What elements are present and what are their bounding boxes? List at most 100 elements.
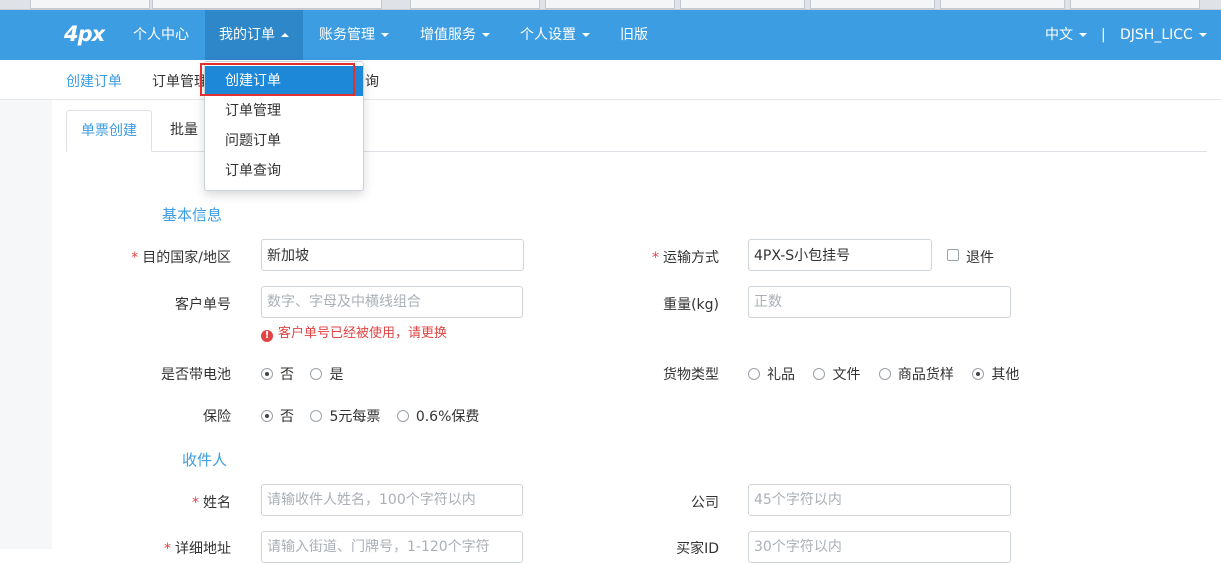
dropdown-problem-orders[interactable]: 问题订单 (205, 126, 363, 156)
nav-label: 我的订单 (219, 27, 275, 43)
browser-tab[interactable] (152, 0, 382, 9)
insurance-option-percent[interactable]: 0.6%保费 (396, 406, 480, 426)
radio-checked-icon[interactable] (261, 410, 273, 422)
company-label: 公司 (691, 495, 719, 511)
destination-label: * 目的国家/地区 (120, 247, 231, 267)
customer-no-label: 客户单号 (175, 297, 231, 313)
radio-icon[interactable] (813, 368, 826, 380)
option-label: 5元每票 (329, 409, 381, 425)
option-label: 0.6%保费 (415, 409, 480, 425)
browser-tab[interactable] (410, 0, 540, 9)
option-label: 否 (280, 409, 294, 425)
goods-option-other[interactable]: 其他 (972, 364, 1019, 384)
subnav-create-order[interactable]: 创建订单 (66, 71, 122, 91)
nav-label: 增值服务 (420, 27, 476, 43)
browser-tab-strip (0, 0, 1221, 10)
brand-logo[interactable]: 4px (64, 22, 105, 46)
goods-type-radio-group: 礼品 文件 商品货样 其他 (748, 364, 1027, 384)
browser-tab[interactable] (545, 0, 675, 9)
insurance-label: 保险 (203, 409, 231, 425)
buyer-id-field[interactable] (748, 531, 1011, 563)
radio-checked-icon[interactable] (972, 368, 985, 380)
option-label: 文件 (832, 367, 861, 383)
return-checkbox-label: 退件 (966, 250, 994, 266)
required-mark: * (131, 250, 139, 266)
username: DJSH_LICC (1120, 27, 1193, 43)
error-text: 客户单号已经被使用，请更换 (278, 326, 448, 341)
radio-icon[interactable] (748, 368, 760, 380)
return-checkbox[interactable] (947, 249, 959, 261)
nav-old-version[interactable]: 旧版 (606, 10, 662, 60)
customer-no-field[interactable] (261, 286, 523, 318)
destination-field[interactable] (261, 239, 524, 271)
caret-down-icon (381, 33, 389, 37)
battery-radio-group: 否 是 (261, 364, 351, 384)
browser-tab[interactable] (30, 0, 150, 9)
radio-icon[interactable] (310, 368, 323, 380)
language-label: 中文 (1045, 27, 1073, 43)
label-text: 运输方式 (663, 250, 719, 266)
shipping-method-field[interactable] (748, 239, 932, 271)
option-label: 其他 (991, 367, 1020, 383)
browser-tab[interactable] (940, 0, 1065, 9)
recipient-name-label: * 姓名 (120, 492, 231, 512)
error-icon: ! (261, 330, 273, 342)
option-label: 商品货样 (897, 367, 954, 383)
language-selector[interactable]: 中文 (1031, 10, 1101, 60)
section-basic-info: 基本信息 (162, 206, 223, 224)
nav-my-orders[interactable]: 我的订单 (205, 10, 303, 60)
dropdown-order-query[interactable]: 订单查询 (205, 156, 363, 186)
label-text: 目的国家/地区 (142, 250, 231, 266)
insurance-option-no[interactable]: 否 (261, 406, 294, 426)
required-mark: * (192, 495, 199, 511)
address-field[interactable] (261, 531, 523, 563)
recipient-name-field[interactable] (261, 484, 523, 516)
nav-personal-settings[interactable]: 个人设置 (506, 10, 604, 60)
required-mark: * (652, 250, 659, 266)
label-text: 姓名 (203, 495, 231, 511)
battery-label: 是否带电池 (161, 367, 231, 383)
nav-personal-center[interactable]: 个人中心 (119, 10, 203, 60)
goods-type-label: 货物类型 (663, 367, 719, 383)
caret-down-icon (1079, 33, 1087, 37)
weight-field[interactable] (748, 286, 1011, 318)
battery-option-yes[interactable]: 是 (310, 364, 343, 384)
battery-option-no[interactable]: 否 (261, 364, 294, 384)
insurance-radio-group: 否 5元每票 0.6%保费 (261, 406, 487, 426)
nav-label: 个人中心 (133, 27, 189, 43)
radio-icon[interactable] (396, 410, 409, 422)
browser-tab[interactable] (810, 0, 935, 9)
insurance-option-5yuan[interactable]: 5元每票 (310, 406, 380, 426)
nav-label: 旧版 (620, 27, 648, 43)
nav-accounting[interactable]: 账务管理 (305, 10, 403, 60)
goods-option-sample[interactable]: 商品货样 (878, 364, 954, 384)
browser-tab[interactable] (680, 0, 805, 9)
nav-value-added[interactable]: 增值服务 (406, 10, 504, 60)
sub-navbar: 创建订单 订单管理 询 (0, 60, 1221, 100)
user-menu[interactable]: DJSH_LICC (1106, 10, 1221, 60)
dropdown-order-management[interactable]: 订单管理 (205, 96, 363, 126)
top-navbar: 4px 个人中心 我的订单 账务管理 增值服务 个人设置 旧版 中文 | DJS… (0, 10, 1221, 60)
subnav-order-query[interactable]: 询 (365, 71, 379, 91)
option-label: 否 (280, 367, 294, 383)
radio-icon[interactable] (878, 368, 891, 380)
company-field[interactable] (748, 484, 1011, 516)
buyer-id-label: 买家ID (676, 541, 719, 557)
browser-tab[interactable] (1070, 0, 1200, 9)
caret-down-icon (582, 33, 590, 37)
goods-option-document[interactable]: 文件 (813, 364, 860, 384)
tab-single-create[interactable]: 单票创建 (66, 110, 152, 152)
radio-checked-icon[interactable] (261, 368, 273, 380)
nav-separator: | (1101, 27, 1106, 43)
goods-option-gift[interactable]: 礼品 (748, 364, 795, 384)
caret-down-icon (482, 33, 490, 37)
weight-label: 重量(kg) (663, 297, 719, 313)
nav-label: 个人设置 (520, 27, 576, 43)
radio-icon[interactable] (310, 410, 323, 422)
customer-no-error: ! 客户单号已经被使用，请更换 (261, 322, 447, 342)
shipping-method-label: * 运输方式 (620, 247, 719, 267)
address-label: * 详细地址 (120, 538, 231, 558)
caret-up-icon (281, 33, 289, 37)
section-recipient: 收件人 (182, 451, 228, 469)
label-text: 详细地址 (175, 541, 231, 557)
